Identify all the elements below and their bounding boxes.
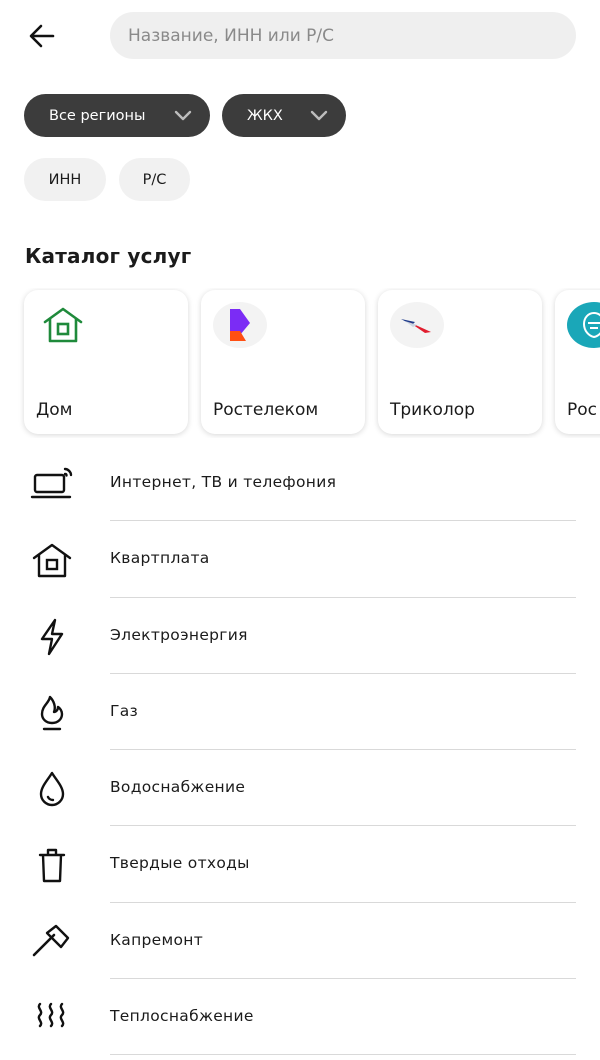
chevron-down-icon	[174, 110, 192, 122]
service-item-waste[interactable]: Твердые отходы	[0, 826, 600, 903]
heat-icon	[28, 999, 76, 1037]
region-filter-label: Все регионы	[49, 107, 146, 124]
service-item-water[interactable]: Водоснабжение	[0, 750, 600, 827]
laptop-wifi-icon	[28, 465, 76, 503]
service-item-rent[interactable]: Квартплата	[0, 521, 600, 598]
hammer-icon	[28, 923, 76, 961]
tricolor-logo	[390, 302, 444, 348]
house-icon	[28, 541, 76, 579]
water-drop-icon	[28, 770, 76, 808]
service-item-label: Твердые отходы	[110, 854, 250, 873]
service-item-label: Капремонт	[110, 930, 204, 949]
trash-icon	[28, 846, 76, 884]
flame-icon	[28, 694, 76, 732]
service-item-electricity[interactable]: Электроэнергия	[0, 598, 600, 674]
category-filter-label: ЖКХ	[247, 107, 283, 124]
category-filter-dropdown[interactable]: ЖКХ	[222, 94, 346, 137]
service-item-label: Электроэнергия	[110, 625, 248, 644]
catalog-card-tricolor[interactable]: Триколор	[378, 290, 542, 434]
divider	[110, 1054, 576, 1056]
catalog-card-label: Дом	[36, 400, 73, 420]
service-item-label: Теплоснабжение	[110, 1007, 254, 1026]
catalog-title: Каталог услуг	[25, 244, 192, 268]
catalog-carousel[interactable]: Дом Ростелеком Триколор Рос	[0, 288, 600, 438]
top-bar	[0, 0, 600, 70]
service-item-gas[interactable]: Газ	[0, 674, 600, 751]
rs-filter-label: Р/С	[142, 171, 167, 188]
service-item-repair[interactable]: Капремонт	[0, 903, 600, 980]
service-item-internet[interactable]: Интернет, ТВ и телефония	[0, 445, 600, 522]
emblem-logo	[567, 302, 600, 348]
catalog-card-rostelecom[interactable]: Ростелеком	[201, 290, 365, 434]
catalog-card-emblem[interactable]: Рос	[555, 290, 600, 434]
chevron-down-icon	[310, 110, 328, 122]
service-list: Интернет, ТВ и телефония Квартплата Элек…	[0, 445, 600, 1056]
back-button[interactable]	[22, 16, 62, 56]
catalog-card-label: Ростелеком	[213, 400, 319, 420]
region-filter-dropdown[interactable]: Все регионы	[24, 94, 210, 137]
service-item-label: Квартплата	[110, 549, 210, 568]
service-item-label: Газ	[110, 701, 139, 720]
search-input[interactable]	[110, 12, 576, 59]
catalog-card-label: Рос	[567, 400, 597, 420]
lightning-icon	[28, 618, 76, 656]
catalog-card-label: Триколор	[390, 400, 475, 420]
service-item-label: Интернет, ТВ и телефония	[110, 473, 337, 491]
arrow-left-icon	[29, 24, 55, 48]
inn-filter-chip[interactable]: ИНН	[24, 158, 106, 201]
rs-filter-chip[interactable]: Р/С	[119, 158, 190, 201]
inn-filter-label: ИНН	[48, 171, 82, 188]
service-item-heating[interactable]: Теплоснабжение	[0, 979, 600, 1056]
catalog-card-home[interactable]: Дом	[24, 290, 188, 434]
service-item-label: Водоснабжение	[110, 778, 246, 797]
rostelecom-logo	[213, 302, 267, 348]
house-icon	[36, 302, 90, 348]
